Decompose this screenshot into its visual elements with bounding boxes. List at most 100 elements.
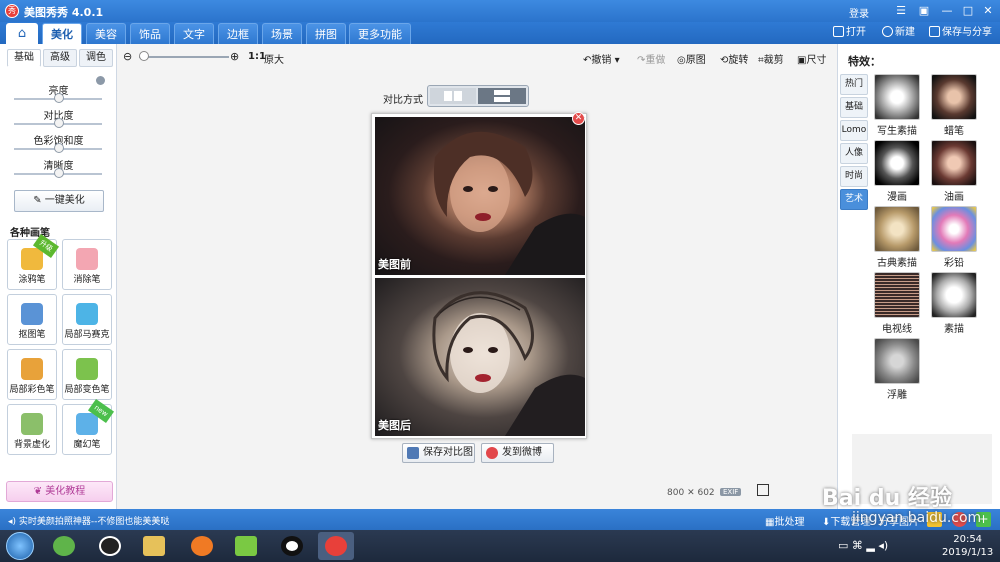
save-compare-button[interactable]: 保存对比图 xyxy=(402,443,475,463)
taskbar-app-player[interactable] xyxy=(228,532,264,560)
taskbar-app-qq[interactable] xyxy=(92,532,128,560)
main-nav: ⌂ 美化 美容 饰品 文字 边框 场景 拼图 更多功能 ▾ 打开 新建 保存与分… xyxy=(0,22,1000,62)
close-compare-button[interactable]: ✕ xyxy=(572,112,585,125)
image-dimensions: 800 ✕ 602 xyxy=(667,488,715,498)
brush-magic[interactable]: 魔幻笔 new xyxy=(62,398,115,455)
exif-button[interactable]: EXIF xyxy=(720,488,742,496)
top-bottom-button[interactable] xyxy=(478,88,526,104)
fx-color-pencil[interactable]: 彩铅 xyxy=(929,206,979,269)
open-button[interactable]: 打开 xyxy=(833,26,866,40)
side-by-side-button[interactable] xyxy=(430,88,476,104)
home-icon[interactable]: ⌂ xyxy=(6,23,38,44)
rotate-button[interactable]: ⟲旋转 xyxy=(720,51,748,66)
brush-label: 涂鸦笔 xyxy=(18,275,46,285)
saturation-knob[interactable] xyxy=(54,143,64,153)
fx-crayon[interactable]: 蜡笔 xyxy=(929,74,979,137)
brush-bg-blur[interactable]: 背景虚化 xyxy=(7,404,57,455)
fx-tab-lomo[interactable]: Lomo xyxy=(840,120,868,141)
tab-beauty[interactable]: 美容 xyxy=(86,23,126,44)
tray-icons[interactable]: ▭ ⌘ ▂ ◂) xyxy=(838,539,888,552)
tab-scene[interactable]: 场景 xyxy=(262,23,302,44)
start-button[interactable] xyxy=(6,532,34,560)
close-button[interactable]: ✕ xyxy=(980,3,996,19)
taskbar-app-meitu[interactable] xyxy=(318,532,354,560)
cutout-pen-icon xyxy=(21,303,43,325)
maximize-button[interactable]: □ xyxy=(960,3,976,19)
taskbar-app-firefox[interactable] xyxy=(184,532,220,560)
fx-sketch[interactable]: 写生素描 xyxy=(872,74,922,137)
tab-accessories[interactable]: 饰品 xyxy=(130,23,170,44)
fx-tab-portrait[interactable]: 人像 xyxy=(840,143,868,164)
redo-button[interactable]: ↷重做 xyxy=(637,51,665,66)
new-button[interactable]: 新建 xyxy=(882,26,915,40)
brush-eraser[interactable]: 消除笔 xyxy=(62,239,112,290)
status-message[interactable]: ◂) 实时美颜拍照神器--不修图也能美美哒 xyxy=(8,514,169,527)
subtab-advanced[interactable]: 高级 xyxy=(43,49,77,67)
fx-thumb xyxy=(931,206,977,252)
send-weibo-button[interactable]: 发到微博 xyxy=(481,443,554,463)
zoom-slider[interactable] xyxy=(139,56,229,58)
taskbar-app-explorer[interactable] xyxy=(136,532,172,560)
photo-before: 美图前 xyxy=(375,117,585,275)
compare-mode-toggle xyxy=(427,85,529,107)
fx-comic[interactable]: 漫画 xyxy=(872,140,922,203)
fx-label: 油画 xyxy=(944,192,964,203)
brush-label: 局部马赛克 xyxy=(64,330,110,340)
contrast-knob[interactable] xyxy=(54,118,64,128)
canvas-area: 对比方式 美图前 美图后 ✕ 保存对比图 发到微博 800 ✕ 602 EXIF xyxy=(117,70,837,509)
speaker-icon: ◂) xyxy=(8,517,19,527)
fit-window-icon[interactable] xyxy=(757,484,769,496)
tutorial-button[interactable]: ❦ 美化教程 xyxy=(6,481,113,502)
fx-label: 写生素描 xyxy=(877,126,917,137)
taskbar-app-recorder[interactable] xyxy=(274,532,310,560)
crop-button[interactable]: ⌗裁剪 xyxy=(758,51,784,66)
fx-tab-basic[interactable]: 基础 xyxy=(840,97,868,118)
fx-oil[interactable]: 油画 xyxy=(929,140,979,203)
menu-icon[interactable]: ☰ xyxy=(893,3,909,19)
batch-button[interactable]: ▦批处理 xyxy=(765,513,804,528)
taskbar-app-browser[interactable] xyxy=(46,532,82,560)
subtab-basic[interactable]: 基础 xyxy=(7,49,41,67)
fx-thumb xyxy=(931,272,977,318)
one-key-beautify-button[interactable]: ✎ 一键美化 xyxy=(14,190,104,212)
brightness-knob[interactable] xyxy=(54,93,64,103)
fx-classic-sketch[interactable]: 古典素描 xyxy=(872,206,922,269)
sharpness-knob[interactable] xyxy=(54,168,64,178)
fx-pencil-sketch[interactable]: 素描 xyxy=(929,272,979,335)
tab-text[interactable]: 文字 xyxy=(174,23,214,44)
login-link[interactable]: 登录 xyxy=(849,5,869,20)
zoom-out-icon[interactable]: ⊖ xyxy=(123,50,132,63)
resize-button[interactable]: ▣尺寸 xyxy=(797,51,826,66)
tab-beautify[interactable]: 美化 xyxy=(42,23,82,44)
tab-collage[interactable]: 拼图 xyxy=(306,23,346,44)
subtab-color[interactable]: 调色 xyxy=(79,49,113,67)
image-width: 800 xyxy=(667,488,685,498)
fx-tab-hot[interactable]: 热门 xyxy=(840,74,868,95)
record-icon xyxy=(281,536,303,556)
undo-button[interactable]: ↶撤销 ▾ xyxy=(583,51,620,66)
brush-color-pen[interactable]: 局部彩色笔 xyxy=(7,349,57,400)
zoom-in-icon[interactable]: ⊕ xyxy=(230,50,239,63)
effects-panel: 特效： 热门 基础 Lomo 人像 时尚 艺术 写生素描 蜡笔 漫画 油画 古典… xyxy=(837,44,1000,509)
folder-icon xyxy=(833,26,844,37)
brush-mosaic[interactable]: 局部马赛克 xyxy=(62,294,112,345)
tab-more[interactable]: 更多功能 ▾ xyxy=(349,23,411,62)
skin-icon[interactable]: ▣ xyxy=(916,3,932,19)
brush-doodle[interactable]: 涂鸦笔 升级 xyxy=(7,233,60,290)
brush-recolor[interactable]: 局部变色笔 xyxy=(62,349,112,400)
system-clock[interactable]: 20:54 2019/1/13 xyxy=(942,533,993,559)
zoom-knob[interactable] xyxy=(139,51,149,61)
tab-border[interactable]: 边框 xyxy=(218,23,258,44)
status-bar: ◂) 实时美颜拍照神器--不修图也能美美哒 ▦批处理 ⬇下载管理 分享图片 + xyxy=(0,509,1000,530)
watermark-url: jingyan.baidu.com xyxy=(852,510,982,526)
original-button[interactable]: ◎原图 xyxy=(677,51,706,66)
fx-tab-fashion[interactable]: 时尚 xyxy=(840,166,868,187)
brush-cutout[interactable]: 抠图笔 xyxy=(7,294,57,345)
fx-emboss[interactable]: 浮雕 xyxy=(872,338,922,401)
save-share-button[interactable]: 保存与分享 xyxy=(929,26,992,40)
fx-tab-art[interactable]: 艺术 xyxy=(840,189,868,210)
minimize-button[interactable]: — xyxy=(939,3,955,19)
fx-tv-lines[interactable]: 电视线 xyxy=(872,272,922,335)
original-size-label[interactable]: 原大 xyxy=(264,51,284,66)
tutorial-icon: ❦ xyxy=(33,486,46,497)
